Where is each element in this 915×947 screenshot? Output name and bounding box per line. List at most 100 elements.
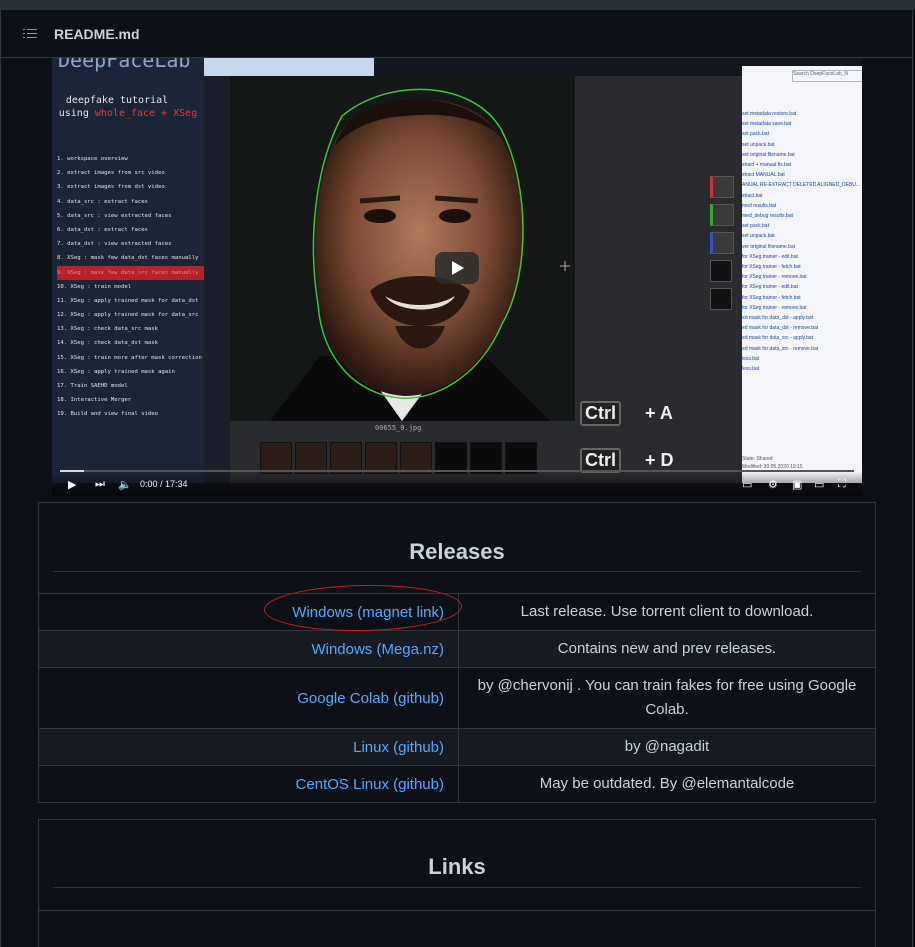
video-step: 10. XSeg : train model — [57, 283, 132, 290]
xseg-toolbar — [710, 176, 736, 316]
video-step: 19. Build and view final video — [57, 411, 159, 418]
video-step: 2. extract images from src video — [57, 170, 165, 177]
explorer-item: ed mask for data_src - remove.bat — [742, 345, 819, 352]
explorer-item: ANUAL RE-EXTRACT DELETED ALIGNED_DEBU... — [742, 182, 861, 189]
theater-icon[interactable]: ▭ — [814, 478, 824, 491]
video-sidebar: DeepFaceLab deepfake tutorial using whol… — [52, 58, 204, 483]
releases-section: Releases Windows (magnet link) Last relea… — [38, 502, 876, 803]
video-tutorial-subtitle: using whole_face + XSeg — [58, 108, 198, 119]
volume-icon[interactable]: 🔈 — [118, 478, 132, 491]
release-description: by @chervonij . You can train fakes for … — [458, 667, 875, 729]
video-step: 17. Train SAEHD model — [57, 383, 128, 389]
links-heading-rule — [53, 887, 861, 888]
release-link[interactable]: Google Colab (github) — [39, 667, 459, 729]
video-progress-bar[interactable] — [60, 470, 854, 472]
release-description: May be outdated. By @elemantalcode — [458, 765, 875, 802]
shortcut-d: + D — [645, 450, 674, 470]
explorer-item: set metadata restore.bat — [742, 111, 797, 117]
explorer-item: for XSeg trainer - edit.bat — [742, 253, 798, 260]
links-table-top — [39, 910, 875, 911]
explorer-item: ed mask for data_src - apply.bat — [742, 335, 814, 342]
release-description: Last release. Use torrent client to down… — [458, 593, 875, 631]
face-image — [230, 76, 575, 421]
release-row: Windows (magnet link) Last release. Use t… — [39, 593, 875, 631]
ctrl-key-1: Ctrl — [580, 401, 621, 426]
video-left-strip — [204, 58, 230, 483]
release-row: Linux (github) by @nagadit — [39, 728, 875, 766]
explorer-search: Search DeepFaceLab_N — [792, 70, 862, 82]
explorer-item: less.bat — [742, 355, 760, 362]
explorer-item: ed mask for data_dst - remove.bat — [742, 325, 819, 332]
release-row: Windows (Mega.nz) Contains new and prev r… — [39, 630, 875, 668]
explorer-item: ver original filename.bat — [742, 243, 796, 250]
face-mask-image — [230, 76, 575, 421]
video-time: 0:00 / 17:34 — [140, 479, 188, 489]
list-icon[interactable] — [23, 28, 37, 40]
file-title: README.md — [54, 25, 140, 42]
releases-table: Windows (magnet link) Last release. Use t… — [39, 593, 875, 802]
video-step: 12. XSeg : apply trained mask for data_s… — [57, 312, 199, 319]
explorer-item: for XSeg trainer - edit.bat — [742, 284, 798, 291]
big-play-button[interactable] — [435, 252, 479, 284]
video-step: 11. XSeg : apply trained mask for data_d… — [57, 297, 199, 304]
video-step: 1. workspace overview — [57, 156, 128, 162]
video-step: 15. XSeg : train more after mask correct… — [57, 354, 202, 361]
file-explorer: Search DeepFaceLab_N set metadata restor… — [742, 66, 862, 483]
video-step: 7. data_dst : view extracted faces — [57, 241, 172, 248]
video-top-gradient — [204, 58, 374, 76]
video-tutorial-title: deepfake tutorial — [65, 95, 169, 106]
release-row: CentOS Linux (github) May be outdated. By… — [39, 765, 875, 802]
explorer-item: set original filename.bat — [742, 151, 795, 158]
release-link[interactable]: Linux (github) — [39, 728, 459, 766]
video-step: 18. Interactive Merger — [57, 397, 132, 404]
explorer-item: for XSeg trainer - fetch.bat — [742, 294, 801, 301]
cursor-tool-icon — [710, 260, 732, 282]
green-poly-tool-icon — [710, 204, 734, 226]
xseg-editor: 00655_0.jpg Ctrl + A Ctrl + D — [230, 76, 742, 483]
frame-filename: 00655_0.jpg — [375, 424, 422, 432]
explorer-item: set unpack.bat — [742, 233, 775, 240]
video-step: 6. data_dst : extract faces — [57, 226, 148, 233]
release-description: Contains new and prev releases. — [458, 630, 875, 668]
video-player[interactable]: DeepFaceLab deepfake tutorial using whol… — [52, 58, 862, 496]
explorer-item: xtract + manual fix.bat — [742, 162, 792, 168]
explorer-item: for XSeg trainer - remove.bat — [742, 274, 807, 281]
video-step: 5. data_src : view extracted faces — [57, 212, 172, 219]
miniplayer-icon[interactable]: ▣ — [792, 478, 802, 491]
explorer-state: State: Shared — [742, 456, 773, 462]
subtitles-icon[interactable]: ▭ — [742, 478, 752, 491]
explorer-item: for XSeg trainer - remove.bat — [742, 304, 807, 311]
explorer-item: med results.bat — [742, 202, 777, 209]
explorer-item: set metadata save.bat — [742, 121, 792, 128]
settings-icon[interactable]: ⚙ — [768, 478, 778, 491]
play-icon[interactable]: ▶ — [68, 478, 76, 491]
red-poly-tool-icon — [710, 176, 734, 198]
video-step: 9. XSeg : mask few data_src faces manual… — [57, 265, 204, 280]
release-link[interactable]: Windows (Mega.nz) — [39, 630, 459, 668]
release-row: Google Colab (github) by @chervonij . You… — [39, 667, 875, 729]
explorer-item: set pack.bat — [742, 223, 769, 230]
mask-tool-icon — [710, 288, 732, 310]
explorer-item: less.bat — [742, 366, 760, 372]
video-step: 4. data_src : extract faces — [57, 198, 148, 205]
links-section: Links — [38, 819, 876, 947]
explorer-item: for XSeg trainer - fetch.bat — [742, 264, 801, 270]
shortcut-a: + A — [645, 403, 673, 423]
releases-heading-rule — [53, 571, 861, 572]
explorer-item: set unpack.bat — [742, 141, 775, 148]
top-bar — [0, 0, 915, 10]
explorer-item: xtract MANUAL.bat — [742, 172, 785, 179]
explorer-item: xtract.bat — [742, 192, 763, 199]
video-step: 16. XSeg : apply trained mask again — [57, 368, 175, 375]
video-step: 13. XSeg : check data_src mask — [57, 326, 159, 333]
video-step: 14. XSeg : check data_dst mask — [57, 340, 159, 347]
releases-heading: Releases — [409, 539, 505, 564]
next-icon[interactable]: ⏭ — [95, 478, 105, 491]
blue-poly-tool-icon — [710, 232, 734, 254]
release-link[interactable]: Windows (magnet link) — [39, 593, 459, 631]
explorer-item: set pack.bat — [742, 131, 769, 138]
fullscreen-icon[interactable]: ⛶ — [838, 478, 846, 491]
explorer-item: ed mask for data_dst - apply.bat — [742, 315, 814, 321]
release-link[interactable]: CentOS Linux (github) — [39, 765, 459, 802]
explorer-item: med_debug results.bat — [742, 213, 793, 219]
